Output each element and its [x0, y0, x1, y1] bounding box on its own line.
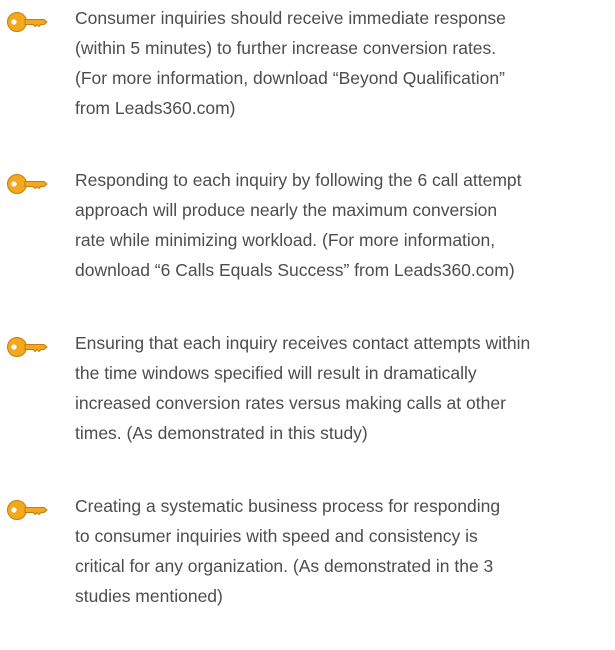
text-line: to consumer inquiries with speed and con…: [75, 526, 478, 546]
text-line: increased conversion rates versus making…: [75, 393, 506, 413]
text-line: Consumer inquiries should receive immedi…: [75, 8, 506, 28]
text-line: rate while minimizing workload. (For mor…: [75, 230, 496, 250]
text-line: Ensuring that each inquiry receives cont…: [75, 333, 531, 353]
text-line: studies mentioned): [75, 586, 223, 606]
text-line: from Leads360.com): [75, 98, 236, 118]
key-point-text: Consumer inquiries should receive immedi…: [75, 3, 613, 123]
key-icon: [7, 500, 48, 520]
key-point-text: Responding to each inquiry by following …: [75, 165, 613, 285]
key-icon: [7, 337, 48, 357]
text-line: Responding to each inquiry by following …: [75, 170, 522, 190]
text-line: (For more information, download “Beyond …: [75, 68, 505, 88]
text-line: download “6 Calls Equals Success” from L…: [75, 260, 515, 280]
key-icon: [7, 174, 48, 194]
text-line: approach will produce nearly the maximum…: [75, 200, 498, 220]
key-point-text: Creating a systematic business process f…: [75, 491, 613, 611]
text-line: critical for any organization. (As demon…: [75, 556, 494, 576]
key-point-text: Ensuring that each inquiry receives cont…: [75, 328, 613, 448]
text-line: Creating a systematic business process f…: [75, 496, 501, 516]
key-icon: [7, 12, 48, 32]
key-points-page: Consumer inquiries should receive immedi…: [0, 0, 615, 650]
text-line: the time windows specified will result i…: [75, 363, 477, 383]
text-line: times. (As demonstrated in this study): [75, 423, 368, 443]
text-line: (within 5 minutes) to further increase c…: [75, 38, 497, 58]
